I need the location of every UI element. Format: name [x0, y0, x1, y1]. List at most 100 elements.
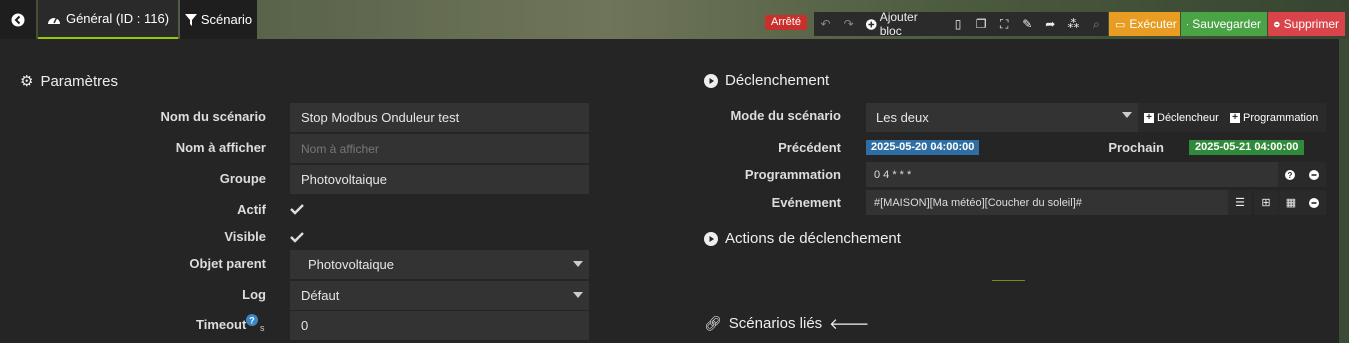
search-icon: ⌕: [1093, 16, 1100, 31]
visible-label: Visible: [224, 229, 266, 244]
export-button[interactable]: ➦: [1039, 12, 1062, 36]
parameters-title-text: Paramètres: [40, 72, 118, 90]
mode-select-value: Les deux: [876, 110, 929, 125]
scenario-name-input[interactable]: Stop Modbus Onduleur test: [290, 103, 589, 132]
link-icon: 🔗︎: [704, 315, 722, 331]
expand-icon: ⛶: [999, 16, 1009, 31]
mode-label: Mode du scénario: [730, 108, 841, 123]
event-tree-button[interactable]: ⊞: [1254, 190, 1278, 215]
next-label: Prochain: [1108, 140, 1164, 155]
schedule-input[interactable]: 0 4 * * *: [866, 162, 1278, 187]
check-icon: [290, 204, 304, 215]
display-name-input[interactable]: Nom à afficher: [290, 134, 589, 163]
edit-icon: ✎: [1022, 17, 1033, 31]
active-checkbox[interactable]: [290, 203, 304, 217]
filter-icon: [184, 13, 197, 26]
log-select[interactable]: Défaut: [290, 281, 589, 310]
play-circle-icon: [704, 73, 718, 88]
next-date-badge: 2025-05-21 04:00:00: [1189, 140, 1305, 155]
linked-scenarios-title: 🔗︎ Scénarios liés 🡐: [704, 314, 869, 333]
tab-scenario-label: Scénario: [200, 12, 253, 27]
scenario-name-label: Nom du scénario: [160, 109, 266, 124]
schedule-remove-button[interactable]: [1302, 162, 1326, 187]
delete-label: Supprimer: [1283, 17, 1339, 31]
trigger-actions-title-text: Actions de déclenchement: [725, 230, 901, 247]
chevron-down-icon: [573, 261, 583, 267]
event-calc-button[interactable]: ▦: [1279, 190, 1303, 215]
plus-square-icon: +: [1230, 112, 1240, 123]
add-block-label: Ajouter bloc: [879, 10, 918, 38]
dashboard-icon: [47, 16, 60, 24]
share-icon: ➦: [1045, 17, 1056, 31]
active-label: Actif: [237, 202, 266, 217]
add-schedule-button[interactable]: + Programmation: [1224, 103, 1326, 132]
copy-button[interactable]: ❐: [970, 12, 993, 36]
add-block-button[interactable]: Ajouter bloc: [860, 10, 946, 38]
parent-label: Objet parent: [189, 256, 266, 271]
save-button[interactable]: Sauvegarder: [1181, 12, 1267, 36]
state-badge: Arrêté: [765, 15, 807, 30]
question-circle-icon: ?: [1285, 169, 1295, 180]
file-icon: ▯: [954, 17, 962, 31]
search-button[interactable]: ⌕: [1085, 12, 1108, 36]
trigger-title-text: Déclenchement: [725, 72, 830, 89]
svg-text:?: ?: [249, 316, 255, 326]
save-label: Sauvegarder: [1192, 17, 1261, 31]
schedule-help-button[interactable]: ?: [1278, 162, 1302, 187]
gamepad-icon: ▭: [1115, 18, 1126, 31]
list-icon: ☰: [1235, 197, 1245, 209]
toolbar-group: ↶ ↷ Ajouter bloc ▯ ❐ ⛶ ✎ ➦ ⁂ ⌕: [814, 10, 1108, 38]
log-button[interactable]: ▯: [947, 12, 970, 36]
calculator-icon: ▦: [1285, 197, 1297, 209]
previous-date-badge: 2025-05-20 04:00:00: [866, 140, 980, 155]
event-input[interactable]: #[MAISON][Ma météo][Coucher du soleil]#: [866, 190, 1228, 215]
previous-label: Précédent: [778, 140, 841, 155]
log-select-value: Défaut: [301, 288, 340, 303]
svg-text:?: ?: [1288, 171, 1293, 180]
timeout-label-text: Timeout: [196, 317, 247, 332]
add-trigger-button[interactable]: + Déclencheur: [1138, 103, 1225, 132]
event-list-button[interactable]: ☰: [1228, 190, 1252, 215]
execute-label: Exécuter: [1129, 17, 1177, 31]
timeout-input[interactable]: 0: [290, 311, 589, 340]
tab-general[interactable]: Général (ID : 116): [38, 0, 178, 39]
check-icon: [290, 232, 304, 243]
question-circle-icon[interactable]: ?: [246, 314, 258, 326]
sitemap-icon: ⊞: [1261, 197, 1271, 209]
delete-button[interactable]: Supprimer: [1268, 12, 1345, 36]
parent-select[interactable]: Photovoltaique: [290, 250, 589, 279]
visible-checkbox[interactable]: [290, 231, 304, 245]
back-button[interactable]: [0, 0, 36, 39]
event-remove-button[interactable]: [1302, 190, 1326, 215]
tab-scenario[interactable]: Scénario: [180, 0, 257, 39]
check-circle-icon: [1187, 23, 1189, 25]
template-button[interactable]: ⁂: [1062, 12, 1085, 36]
plus-square-icon: +: [1144, 112, 1154, 123]
divider: [992, 280, 1025, 281]
execute-button[interactable]: ▭ Exécuter: [1109, 12, 1180, 36]
minus-circle-icon: [1309, 197, 1319, 208]
mode-select[interactable]: Les deux: [866, 103, 1138, 132]
undo-button[interactable]: ↶: [814, 12, 837, 36]
fullscreen-button[interactable]: ⛶: [993, 12, 1016, 36]
linked-scenarios-title-text: Scénarios liés: [728, 315, 823, 332]
minus-circle-icon: [1274, 21, 1280, 27]
edit-button[interactable]: ✎: [1016, 12, 1039, 36]
tab-general-label: Général (ID : 116): [65, 11, 170, 26]
parameters-title: ⚙ Paramètres: [20, 72, 118, 91]
arrow-left-icon: 🡐: [829, 316, 870, 333]
copy-icon: ❐: [975, 17, 987, 31]
parent-select-value: Photovoltaique: [308, 257, 395, 272]
timeout-label: Timeout: [196, 317, 246, 332]
scrollbar[interactable]: [1339, 39, 1349, 343]
plus-circle-icon: [866, 18, 877, 30]
display-name-label: Nom à afficher: [175, 140, 266, 155]
group-input[interactable]: Photovoltaique: [290, 165, 589, 194]
trigger-title: Déclenchement: [704, 72, 829, 89]
add-schedule-label: Programmation: [1243, 111, 1319, 124]
redo-button[interactable]: ↷: [837, 12, 860, 36]
play-circle-icon: [704, 231, 718, 246]
timeout-unit: s: [260, 323, 265, 333]
trigger-actions-title: Actions de déclenchement: [704, 230, 901, 247]
log-label: Log: [242, 287, 266, 302]
